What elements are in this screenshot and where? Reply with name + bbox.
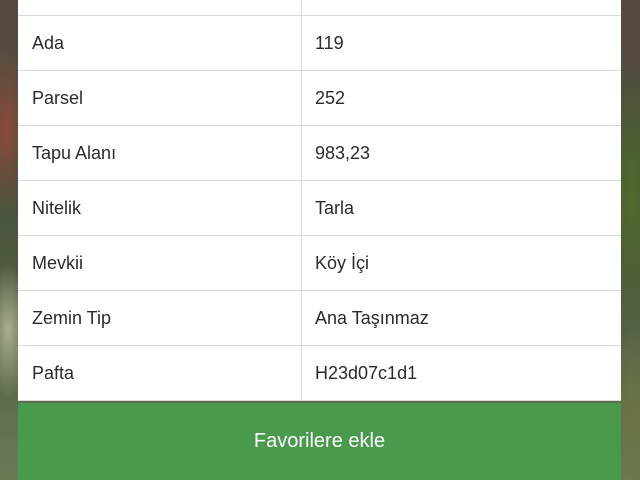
row-value: Köy İçi <box>315 252 370 273</box>
parcel-info-table: Ada 119 Parsel 252 Tapu Alanı 983,23 Nit… <box>18 0 621 401</box>
row-value: 983,23 <box>315 142 371 163</box>
row-label: Ada <box>18 16 302 70</box>
row-value: Tarla <box>315 197 355 218</box>
row-value: 119 <box>315 32 344 53</box>
row-label: Mevkii <box>18 236 302 290</box>
row-label: Zemin Tip <box>18 291 302 345</box>
row-label: Parsel <box>18 71 302 125</box>
row-value <box>302 0 621 15</box>
add-to-favorites-button[interactable]: Favorilere ekle <box>18 403 621 480</box>
row-value: Ana Taşınmaz <box>315 307 429 328</box>
table-row-mevkii: Mevkii Köy İçi <box>18 236 621 291</box>
row-label: Tapu Alanı <box>18 126 302 180</box>
table-row-zemin-tip: Zemin Tip Ana Taşınmaz <box>18 291 621 346</box>
row-label: Nitelik <box>18 181 302 235</box>
table-row <box>18 0 621 16</box>
table-row-ada: Ada 119 <box>18 16 621 71</box>
table-row-pafta: Pafta H23d07c1d1 <box>18 346 621 401</box>
table-row-nitelik: Nitelik Tarla <box>18 181 621 236</box>
row-value: H23d07c1d1 <box>315 362 418 383</box>
table-row-tapu-alani: Tapu Alanı 983,23 <box>18 126 621 181</box>
screen: Ada 119 Parsel 252 Tapu Alanı 983,23 Nit… <box>0 0 640 480</box>
row-label <box>18 0 302 15</box>
row-label: Pafta <box>18 346 302 400</box>
table-row-parsel: Parsel 252 <box>18 71 621 126</box>
row-value: 252 <box>315 87 346 108</box>
